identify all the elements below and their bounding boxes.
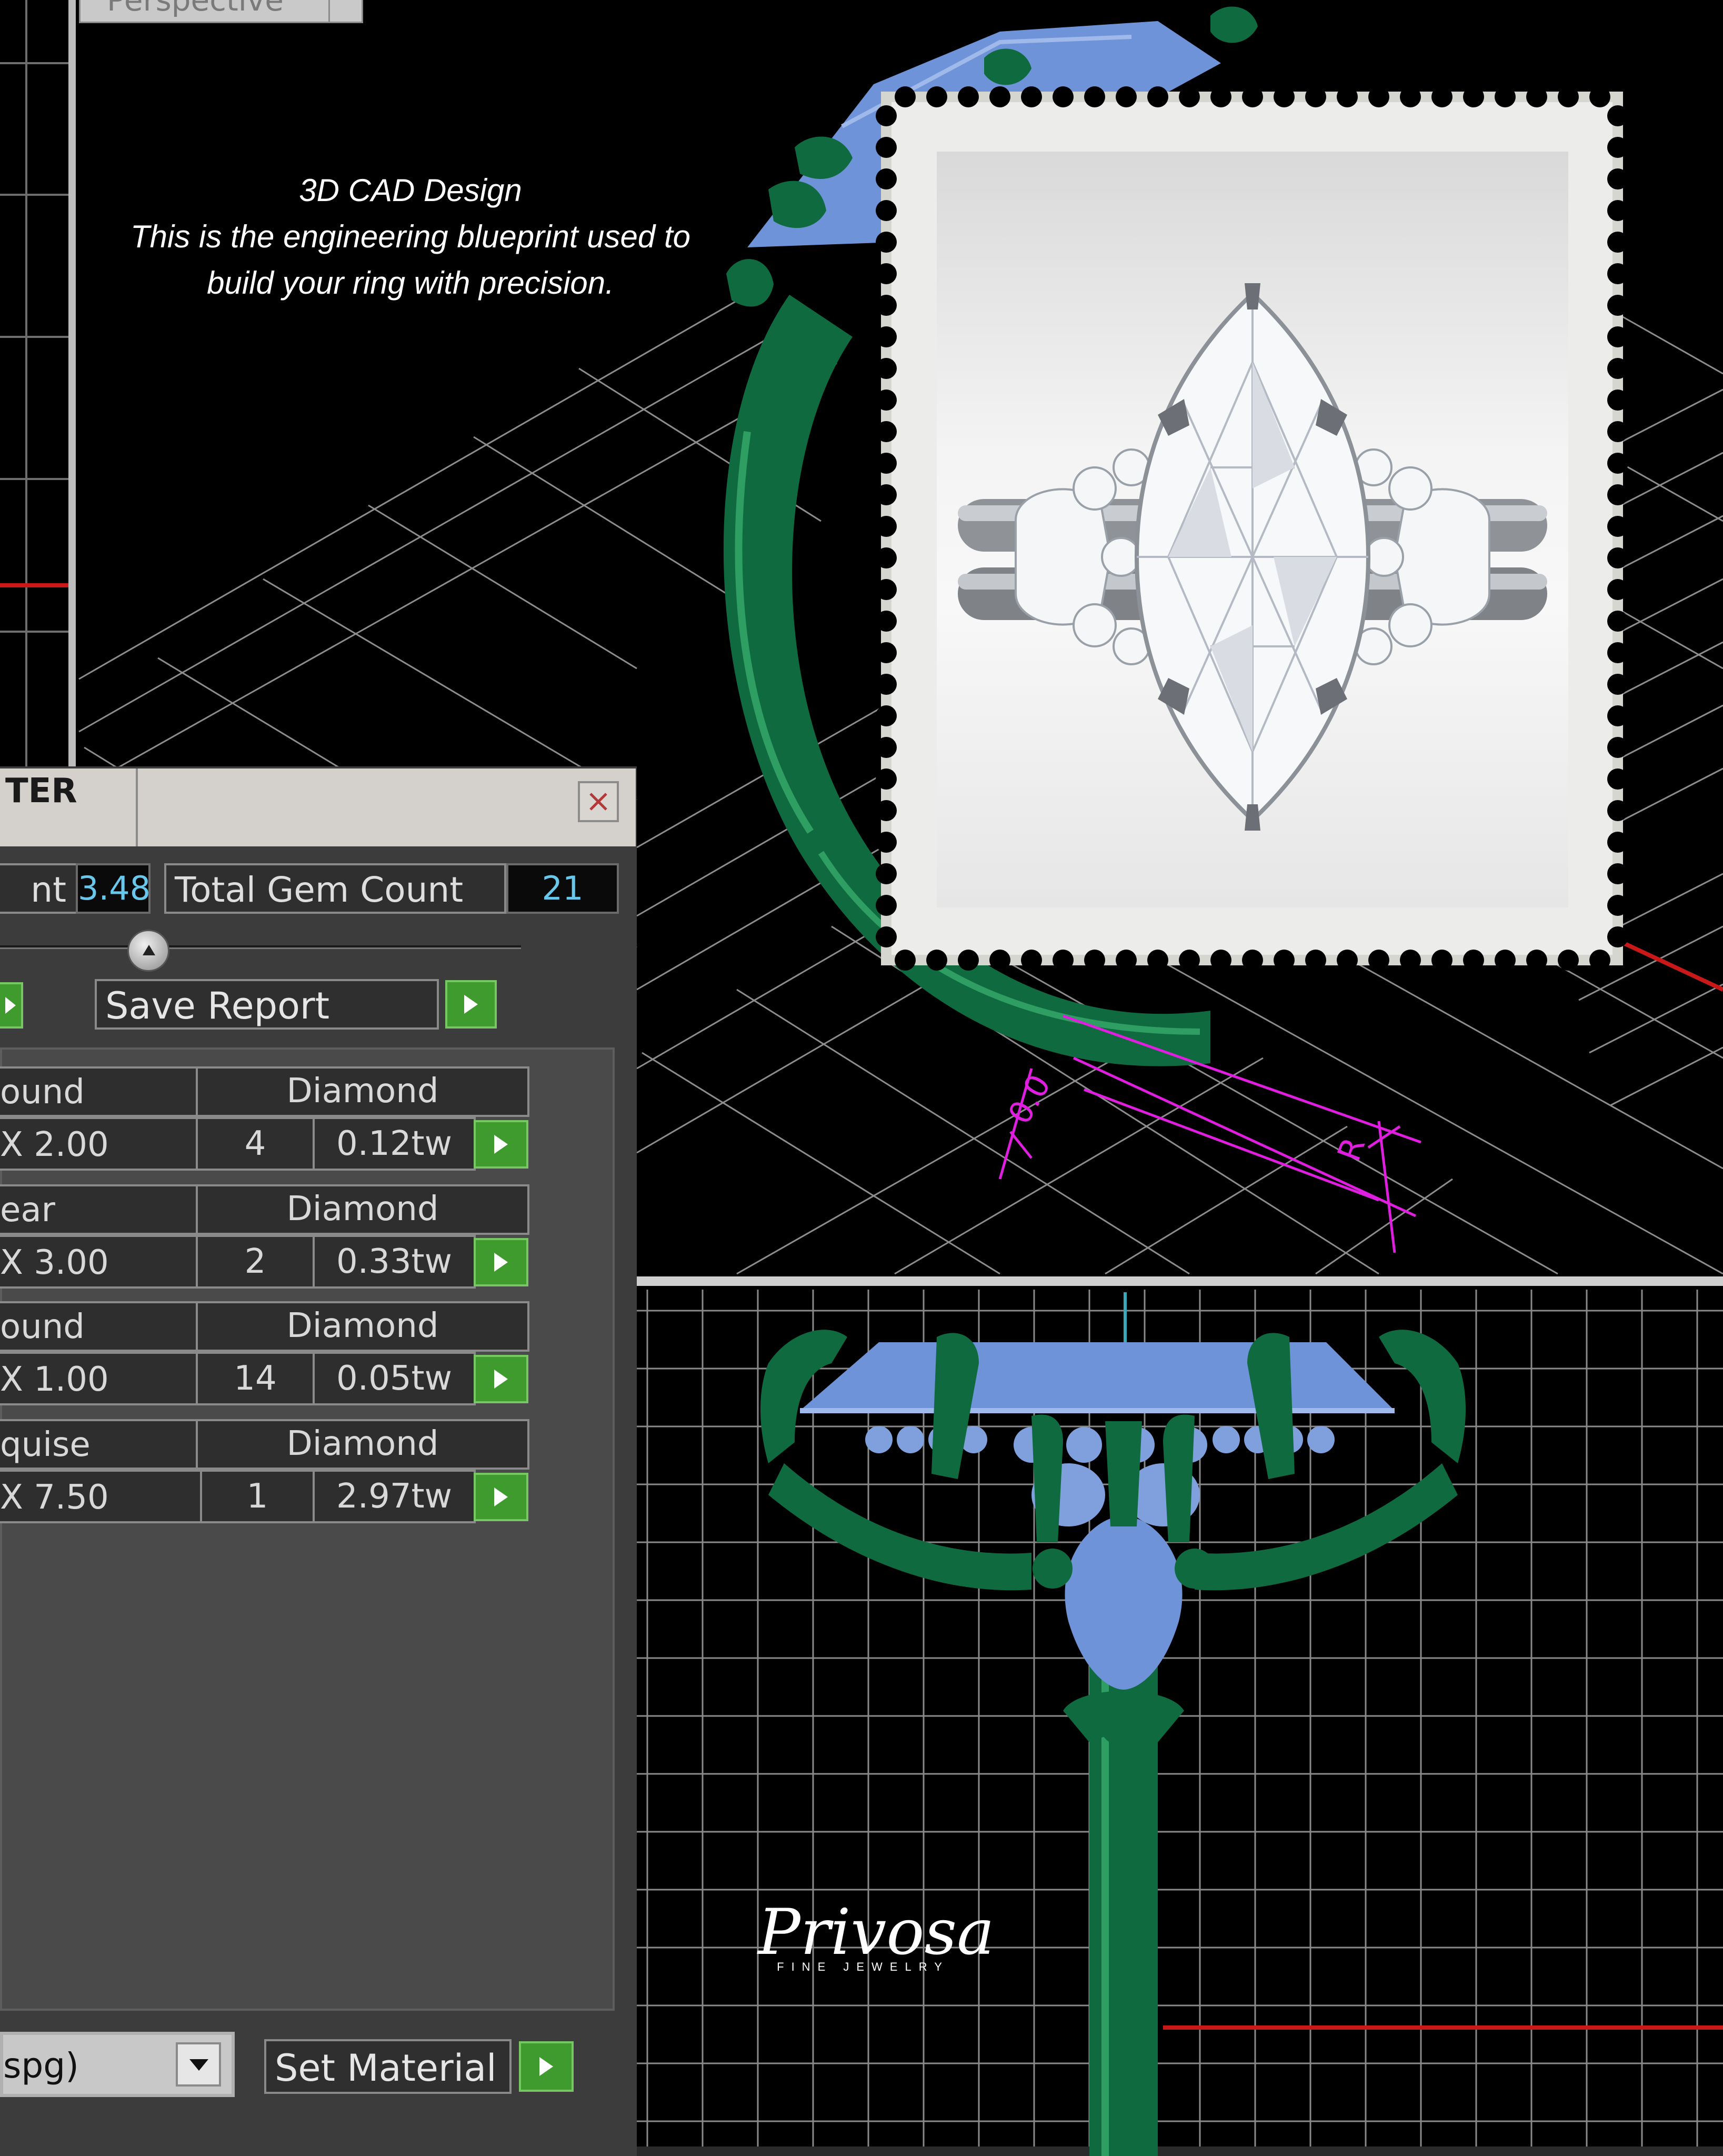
dropdown-button[interactable] — [176, 2042, 221, 2087]
close-icon — [589, 793, 607, 811]
carat-weight-value: 3.48 — [76, 863, 151, 914]
gem-size-cell: X 7.50 — [0, 1470, 202, 1523]
gem-count-cell: 4 — [196, 1117, 315, 1171]
panel-title-bar-right — [138, 768, 636, 846]
gem-type-cell: Diamond — [196, 1066, 529, 1117]
gem-shape-cell: ear — [0, 1184, 198, 1235]
slider-track[interactable] — [0, 945, 521, 949]
save-report-go-button[interactable] — [445, 980, 497, 1029]
left-viewport — [0, 0, 76, 768]
play-arrow-icon — [494, 1135, 508, 1154]
gem-count-cell: 1 — [200, 1470, 315, 1523]
gem-count-cell: 2 — [196, 1235, 315, 1289]
gem-shape-cell: ound — [0, 1301, 198, 1352]
play-arrow-icon — [494, 1253, 508, 1272]
caption-title: 3D CAD Design — [299, 173, 522, 208]
gem-shape-cell: quise — [0, 1419, 198, 1470]
slider-handle[interactable] — [127, 930, 169, 972]
svg-text:R: R — [1330, 1133, 1373, 1166]
save-report-button[interactable]: Save Report — [95, 979, 439, 1030]
brand-tagline: FINE JEWELRY — [777, 1960, 949, 1973]
set-material-button[interactable]: Set Material — [264, 2039, 512, 2094]
gem-row-go-button[interactable] — [474, 1238, 528, 1286]
brand-name: Privosa — [758, 1896, 995, 1969]
svg-text:0.0: 0.0 — [1001, 1069, 1058, 1131]
ring-photo-illustration — [958, 283, 1547, 831]
gem-count-cell: 14 — [196, 1352, 315, 1405]
set-material-go-button[interactable] — [519, 2041, 574, 2092]
gem-type-cell: Diamond — [196, 1301, 529, 1352]
viewport-tab-label: Perspective — [107, 0, 284, 18]
gem-size-cell: X 3.00 — [0, 1235, 198, 1289]
gem-row-go-button[interactable] — [474, 1473, 528, 1521]
chevron-down-icon — [189, 2059, 208, 2071]
caption: 3D CAD Design This is the engineering bl… — [74, 167, 747, 306]
gem-size-cell: X 1.00 — [0, 1352, 198, 1405]
total-gem-count-label: Total Gem Count — [164, 863, 506, 914]
material-select-value: spg) — [3, 2045, 79, 2086]
play-arrow-icon — [5, 997, 16, 1014]
gem-size-cell: X 2.00 — [0, 1117, 198, 1171]
gem-weight-cell: 2.97tw — [313, 1470, 476, 1523]
gem-row-go-button[interactable] — [474, 1355, 528, 1403]
panel-title: TER — [5, 772, 77, 811]
close-button[interactable] — [578, 781, 619, 822]
gem-weight-cell: 0.05tw — [313, 1352, 476, 1405]
carat-weight-label: nt — [0, 863, 79, 914]
play-arrow-icon — [494, 1370, 508, 1389]
gem-type-cell: Diamond — [196, 1184, 529, 1235]
triangle-up-icon — [143, 945, 155, 955]
gem-type-cell: Diamond — [196, 1419, 529, 1470]
brand-logo: Privosa FINE JEWELRY — [758, 1896, 995, 1985]
play-arrow-icon — [494, 1488, 508, 1506]
total-gem-count-value: 21 — [506, 863, 619, 914]
gem-row-go-button[interactable] — [474, 1120, 528, 1169]
play-arrow-icon — [539, 2057, 553, 2076]
material-select[interactable]: spg) — [0, 2032, 235, 2097]
gem-weight-cell: 0.33tw — [313, 1235, 476, 1289]
play-arrow-icon — [464, 995, 478, 1014]
left-action-button[interactable] — [0, 982, 23, 1029]
caption-line-3: build your ring with precision. — [207, 265, 614, 301]
cad-ring-front — [760, 1330, 1466, 2156]
caption-line-2: This is the engineering blueprint used t… — [130, 219, 690, 254]
panel-title-bar: TER — [0, 768, 138, 846]
gem-shape-cell: ound — [0, 1066, 198, 1117]
chevron-down-icon — [328, 0, 362, 22]
gem-weight-cell: 0.12tw — [313, 1117, 476, 1171]
viewport-tab-perspective[interactable]: Perspective — [79, 0, 363, 23]
